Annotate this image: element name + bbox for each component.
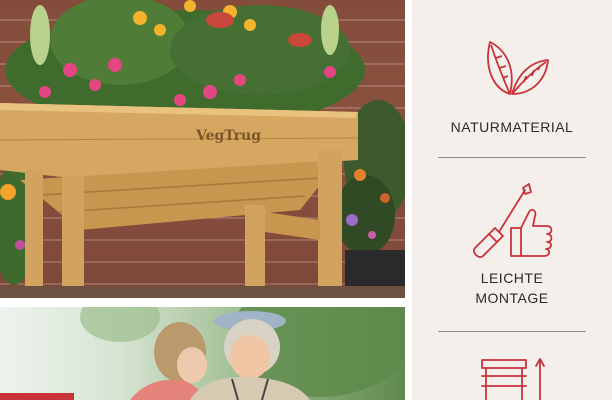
- ground: [0, 286, 405, 298]
- feature-divider: [438, 331, 586, 332]
- brand-stamp: VegTrug: [196, 128, 262, 144]
- screwdriver-thumbs-up-icon: [473, 183, 553, 258]
- feature-height: [412, 356, 612, 400]
- leaves-icon: [487, 41, 549, 95]
- lifestyle-illustration: [0, 307, 405, 400]
- feature-divider: [438, 157, 586, 158]
- stool-height-icon: [481, 358, 545, 400]
- product-photo-planter: VegTrug: [0, 0, 405, 298]
- lifestyle-photo: [0, 307, 405, 400]
- feature-natural-material: NATURMATERIAL: [412, 36, 612, 137]
- feature-label-assembly: MONTAGE: [475, 290, 549, 306]
- feature-easy-assembly: LEICHTE MONTAGE: [412, 182, 612, 308]
- feature-label-easy: LEICHTE: [480, 270, 544, 286]
- planter-illustration: [0, 0, 405, 298]
- feature-label-natural-material: NATURMATERIAL: [450, 119, 574, 135]
- feature-panel: NATURMATERIAL LEICHTE MONTAGE: [412, 0, 612, 400]
